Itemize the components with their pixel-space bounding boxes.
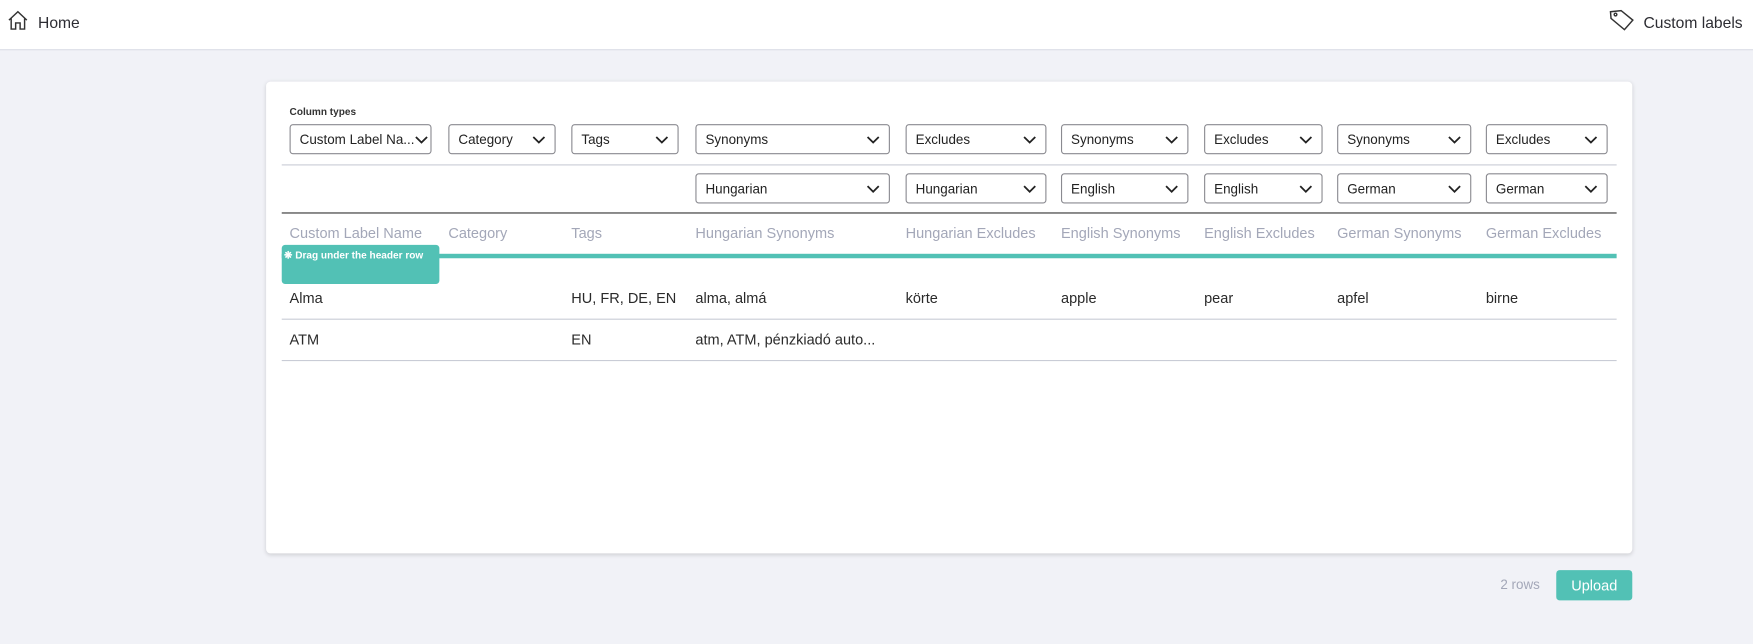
select-value: Custom Label Na... bbox=[299, 131, 415, 148]
chevron-down-icon bbox=[414, 135, 428, 144]
top-bar: Home Custom labels bbox=[0, 0, 1753, 51]
column-type-select[interactable]: Custom Label Na... bbox=[289, 124, 432, 155]
chevron-down-icon bbox=[1299, 135, 1313, 144]
column-header: German Synonyms bbox=[1337, 224, 1462, 242]
column-header: English Synonyms bbox=[1060, 224, 1181, 242]
chevron-down-icon bbox=[1023, 135, 1036, 144]
chevron-down-icon bbox=[1299, 184, 1313, 193]
select-value: Hungarian bbox=[705, 180, 768, 197]
chevron-down-icon bbox=[1165, 135, 1178, 144]
column-header: Hungarian Synonyms bbox=[695, 224, 835, 242]
language-select[interactable]: German bbox=[1337, 173, 1472, 204]
chevron-down-icon bbox=[1448, 184, 1461, 193]
table-cell: apple bbox=[1060, 289, 1097, 307]
select-value: English bbox=[1214, 180, 1259, 197]
language-select[interactable]: Hungarian bbox=[905, 173, 1047, 204]
select-value: Synonyms bbox=[1071, 131, 1134, 148]
tag-icon bbox=[1609, 9, 1635, 35]
table-cell: pear bbox=[1204, 289, 1234, 307]
chevron-down-icon bbox=[655, 135, 669, 144]
table-cell: alma, almá bbox=[695, 289, 767, 307]
language-select[interactable]: German bbox=[1485, 173, 1608, 204]
import-card: Column types ❋ Drag under the header row… bbox=[266, 81, 1633, 554]
select-value: Synonyms bbox=[1347, 131, 1410, 148]
column-type-select[interactable]: Tags bbox=[571, 124, 679, 155]
chevron-down-icon bbox=[1448, 135, 1461, 144]
column-types-label: Column types bbox=[289, 106, 357, 118]
home-label: Home bbox=[38, 12, 80, 31]
language-select[interactable]: English bbox=[1204, 173, 1323, 204]
column-type-select[interactable]: Excludes bbox=[905, 124, 1047, 155]
row-count: 2 rows bbox=[1500, 576, 1540, 593]
chevron-down-icon bbox=[1584, 135, 1598, 144]
column-type-select[interactable]: Category bbox=[448, 124, 556, 155]
column-header: Custom Label Name bbox=[289, 224, 423, 242]
divider bbox=[281, 212, 1617, 214]
drop-line bbox=[281, 253, 1617, 259]
language-select[interactable]: English bbox=[1060, 173, 1189, 204]
select-value: Excludes bbox=[1495, 131, 1551, 148]
table-cell: EN bbox=[571, 330, 592, 348]
column-type-select[interactable]: Synonyms bbox=[695, 124, 890, 155]
chevron-down-icon bbox=[866, 184, 880, 193]
chevron-down-icon bbox=[532, 135, 546, 144]
select-value: German bbox=[1347, 180, 1396, 197]
home-icon bbox=[7, 9, 29, 35]
column-header: German Excludes bbox=[1485, 224, 1602, 242]
table-cell: atm, ATM, pénzkiadó auto... bbox=[695, 330, 876, 348]
column-header: Hungarian Excludes bbox=[905, 224, 1036, 242]
column-type-select[interactable]: Excludes bbox=[1204, 124, 1323, 155]
drag-handle[interactable]: ❋ Drag under the header row bbox=[281, 244, 440, 284]
column-type-select[interactable]: Synonyms bbox=[1060, 124, 1189, 155]
custom-labels-link[interactable]: Custom labels bbox=[1609, 9, 1743, 35]
select-value: Synonyms bbox=[705, 131, 769, 148]
table-cell: Alma bbox=[289, 289, 323, 307]
select-value: Excludes bbox=[915, 131, 971, 148]
select-value: Tags bbox=[581, 131, 610, 148]
select-value: Category bbox=[458, 131, 513, 148]
column-header: Category bbox=[448, 224, 508, 242]
row-divider bbox=[281, 359, 1617, 362]
upload-button[interactable]: Upload bbox=[1556, 570, 1633, 601]
column-type-select[interactable]: Excludes bbox=[1485, 124, 1608, 155]
select-value: German bbox=[1495, 180, 1545, 197]
home-link[interactable]: Home bbox=[7, 9, 80, 35]
chevron-down-icon bbox=[1584, 184, 1598, 193]
select-value: Excludes bbox=[1214, 131, 1269, 148]
table-cell: birne bbox=[1485, 289, 1519, 307]
drag-hint: Drag under the header row bbox=[295, 249, 424, 261]
divider bbox=[281, 164, 1617, 166]
column-type-select[interactable]: Synonyms bbox=[1337, 124, 1472, 155]
select-value: Hungarian bbox=[915, 180, 978, 197]
chevron-down-icon bbox=[1165, 184, 1178, 193]
chevron-down-icon bbox=[866, 135, 880, 144]
column-header: English Excludes bbox=[1204, 224, 1315, 242]
language-select[interactable]: Hungarian bbox=[695, 173, 890, 204]
chevron-down-icon bbox=[1023, 184, 1036, 193]
column-header: Tags bbox=[571, 224, 603, 242]
custom-labels-label: Custom labels bbox=[1643, 12, 1743, 31]
table-cell: körte bbox=[905, 289, 938, 307]
table-cell: apfel bbox=[1337, 289, 1369, 307]
table-cell: HU, FR, DE, EN bbox=[571, 289, 677, 307]
select-value: English bbox=[1071, 180, 1116, 197]
table-cell: ATM bbox=[289, 330, 320, 348]
row-divider bbox=[281, 318, 1617, 320]
